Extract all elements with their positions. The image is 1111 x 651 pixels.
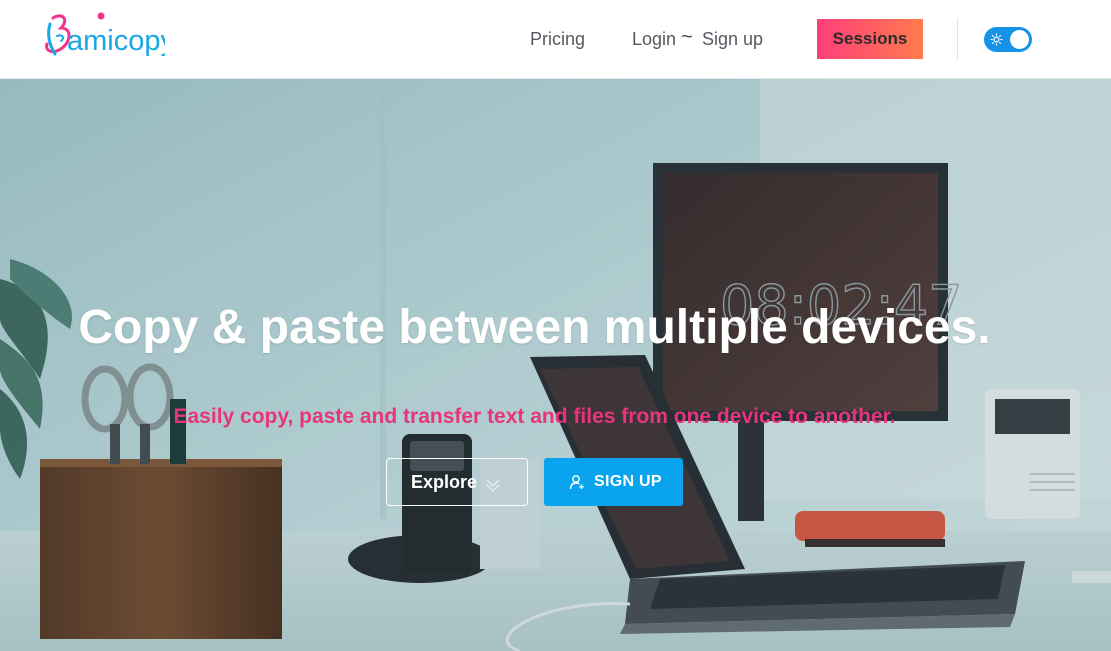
chevron-double-down-icon — [486, 479, 500, 493]
nav-login-link[interactable]: Login — [632, 29, 676, 49]
hero-signup-button[interactable]: SIGN UP — [544, 458, 683, 506]
toggle-knob — [1010, 30, 1029, 49]
hero-section: 08:02:47 Copy & paste between multiple d… — [0, 79, 1111, 651]
svg-text:amicopy: amicopy — [67, 25, 165, 57]
nav-signup-link[interactable]: Sign up — [702, 29, 763, 49]
explore-button[interactable]: Explore — [386, 458, 528, 506]
user-plus-icon — [569, 475, 584, 490]
explore-button-label: Explore — [411, 472, 478, 492]
sun-icon — [990, 33, 1003, 46]
hero-signup-label: SIGN UP — [594, 473, 662, 490]
theme-toggle[interactable] — [984, 27, 1032, 52]
hero-subtitle: Easily copy, paste and transfer text and… — [173, 405, 896, 428]
nav-separator: ~ — [681, 26, 693, 48]
sessions-button[interactable]: Sessions — [817, 19, 923, 59]
nav-divider — [957, 18, 958, 60]
top-navbar: amicopy Pricing Login ~ Sign up Sessions — [0, 0, 1111, 79]
amicopy-logo[interactable]: amicopy — [43, 10, 165, 64]
hero-title: Copy & paste between multiple devices. — [78, 301, 991, 354]
hero-background-photo: 08:02:47 — [0, 79, 1111, 651]
logo-mark-icon: amicopy — [45, 12, 165, 57]
nav-pricing-link[interactable]: Pricing — [530, 29, 585, 49]
